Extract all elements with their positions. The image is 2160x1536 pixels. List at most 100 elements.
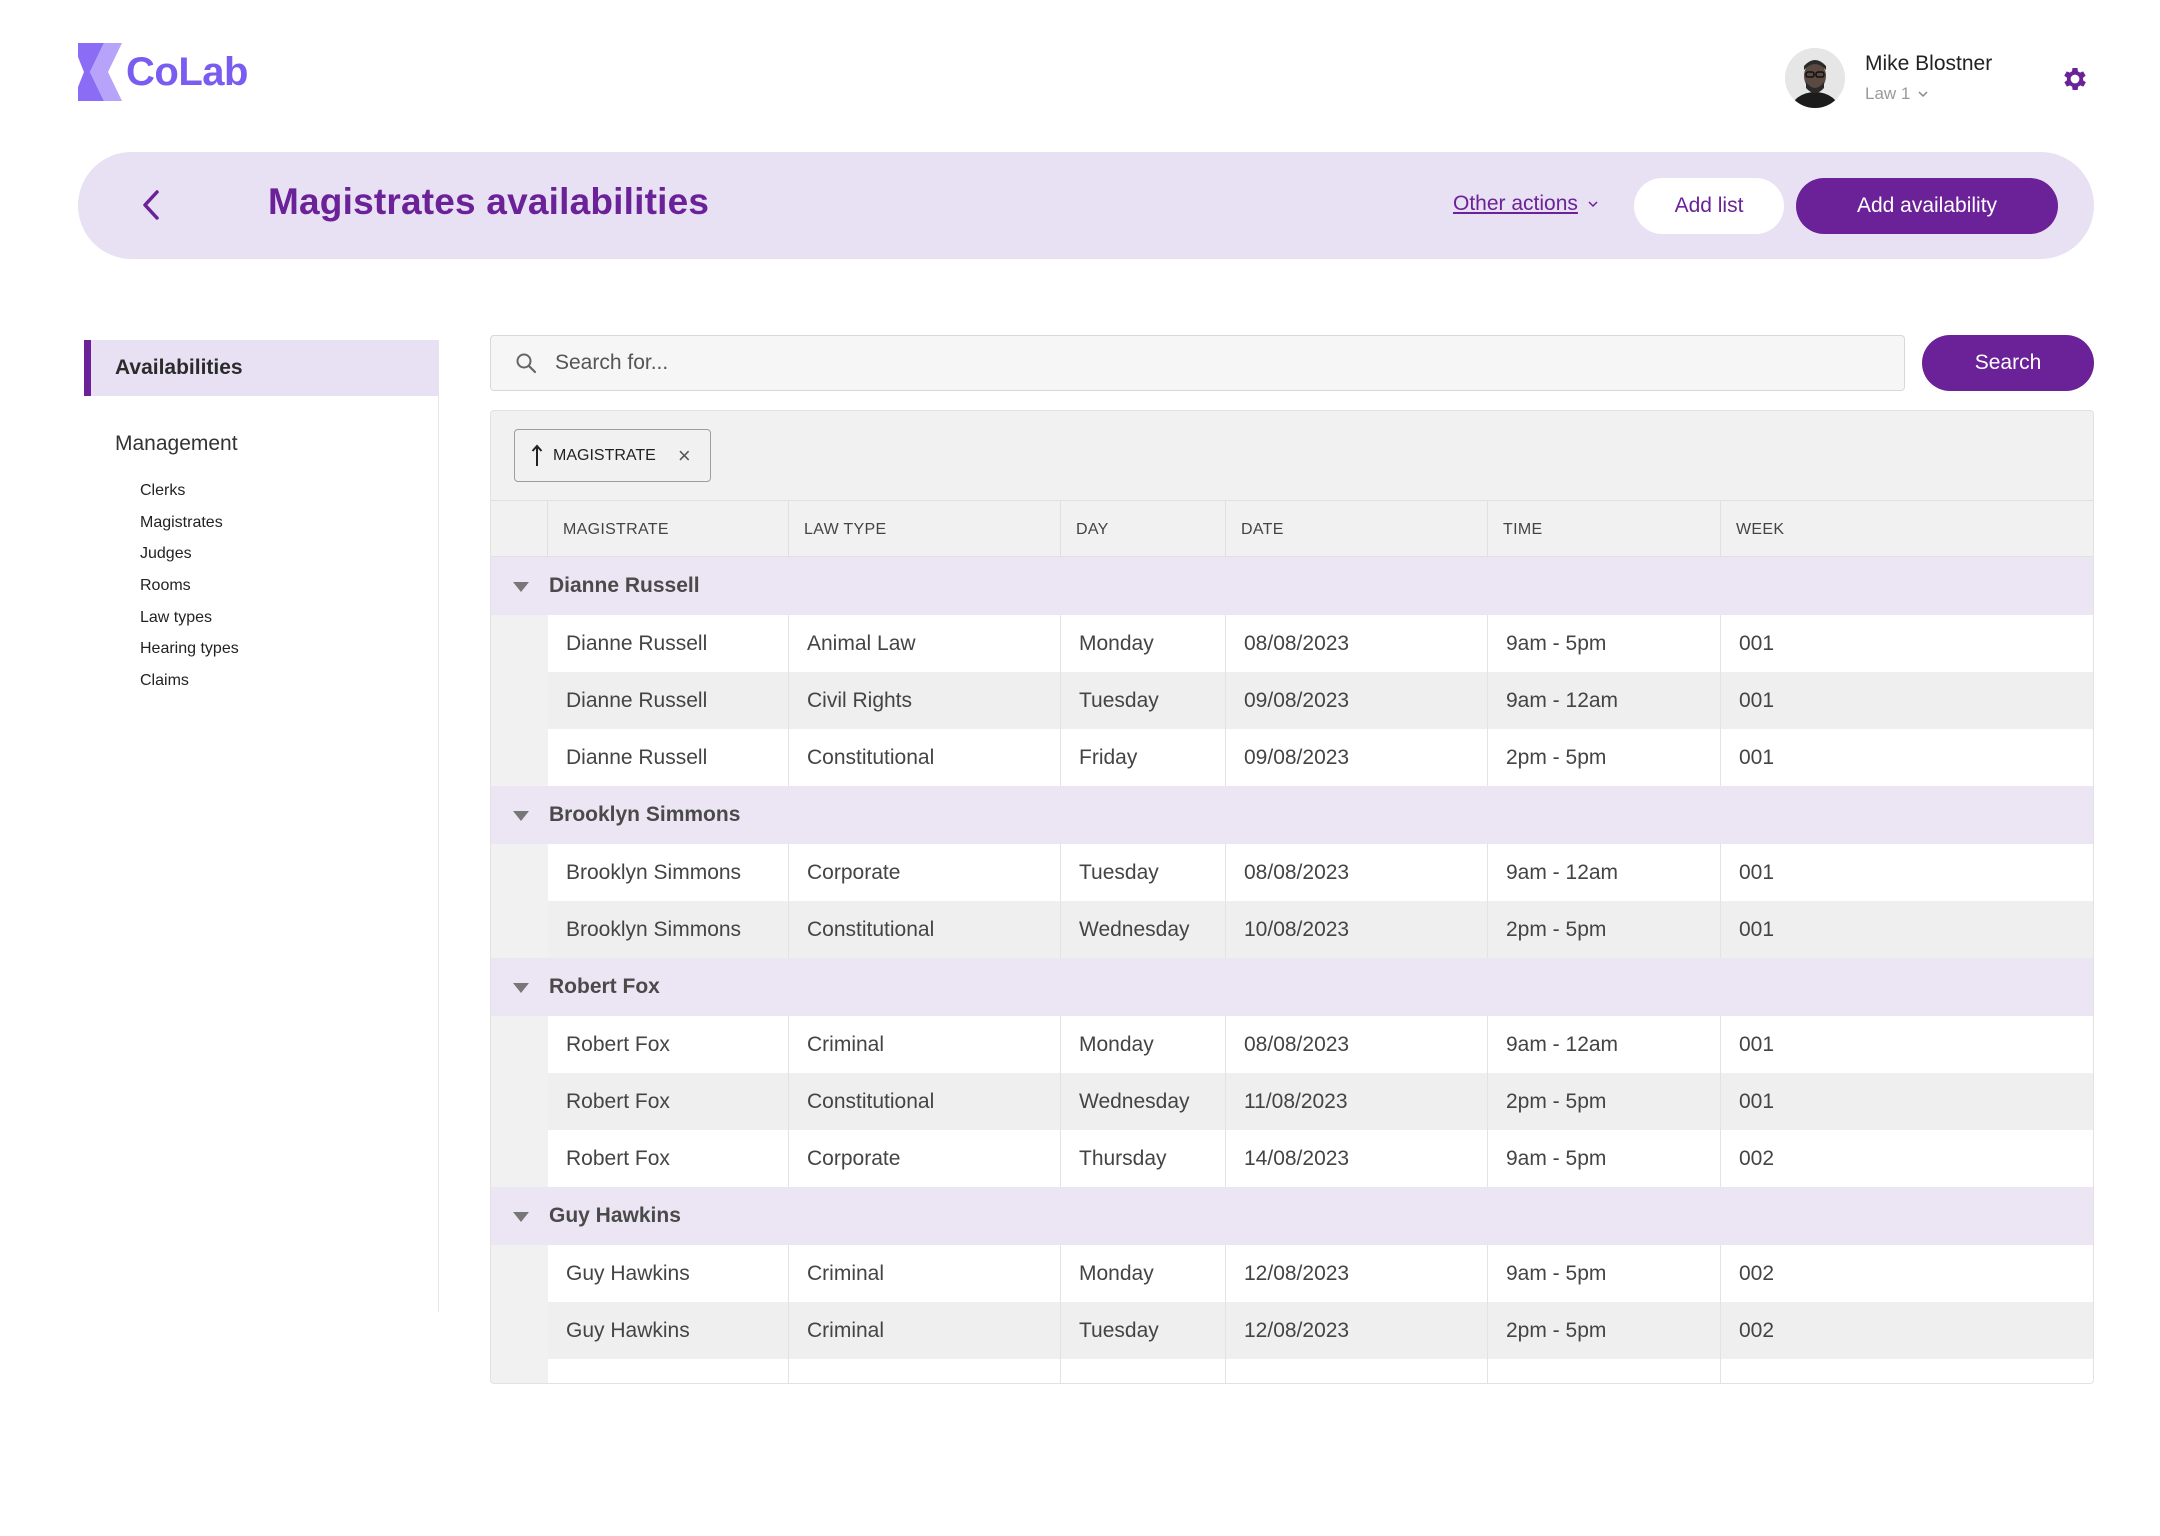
- cell-day: Wednesday: [1060, 901, 1225, 958]
- other-actions-dropdown[interactable]: Other actions: [1453, 192, 1598, 216]
- caret-down-icon[interactable]: [513, 1212, 529, 1222]
- column-header-day[interactable]: DAY: [1060, 501, 1225, 558]
- sidebar-item-availabilities[interactable]: Availabilities: [84, 340, 438, 396]
- cell-date: 10/08/2023: [1225, 901, 1487, 958]
- cell-day: Monday: [1060, 615, 1225, 672]
- table-row[interactable]: Guy Hawkins Criminal Tuesday 12/08/2023 2pm …: [548, 1302, 2093, 1359]
- table-row[interactable]: Dianne Russell Constitutional Friday 09/08/…: [548, 729, 2093, 786]
- chevron-down-icon: [1918, 90, 1928, 97]
- column-header-law-type[interactable]: LAW TYPE: [788, 501, 1060, 558]
- column-header-week[interactable]: WEEK: [1720, 501, 2093, 558]
- table-row[interactable]: [548, 1359, 2093, 1383]
- table-body: Dianne Russell Dianne Russell Animal Law Mo…: [491, 557, 2093, 1383]
- search-icon: [516, 353, 537, 374]
- cell-date: 09/08/2023: [1225, 672, 1487, 729]
- group-name: Guy Hawkins: [549, 1204, 681, 1227]
- user-org-select[interactable]: Law 1: [1865, 84, 1992, 104]
- search-button[interactable]: Search: [1922, 335, 2094, 391]
- cell-time: 2pm - 5pm: [1487, 729, 1720, 786]
- table-row[interactable]: Guy Hawkins Criminal Monday 12/08/2023 9am -…: [548, 1245, 2093, 1302]
- colab-logo[interactable]: CoLab: [78, 42, 248, 102]
- user-menu[interactable]: Mike Blostner Law 1: [1785, 48, 1992, 108]
- cell-week: 001: [1720, 1016, 2093, 1073]
- cell-time: 9am - 12am: [1487, 844, 1720, 901]
- group-row[interactable]: Robert Fox: [491, 958, 2093, 1016]
- caret-down-icon[interactable]: [513, 811, 529, 821]
- cell-date: 08/08/2023: [1225, 844, 1487, 901]
- cell-date: 12/08/2023: [1225, 1245, 1487, 1302]
- group-name: Robert Fox: [549, 975, 660, 998]
- avatar-image: [1785, 48, 1845, 108]
- back-button[interactable]: [128, 182, 174, 228]
- table-row[interactable]: Brooklyn Simmons Corporate Tuesday 08/08/20…: [548, 844, 2093, 901]
- cell-week: [1720, 1359, 2093, 1383]
- cell-day: Friday: [1060, 729, 1225, 786]
- caret-down-icon[interactable]: [513, 582, 529, 592]
- cell-date: [1225, 1359, 1487, 1383]
- table-row[interactable]: Dianne Russell Civil Rights Tuesday 09/08/2…: [548, 672, 2093, 729]
- cell-magistrate: Robert Fox: [566, 1089, 670, 1113]
- group-row[interactable]: Dianne Russell: [491, 557, 2093, 615]
- cell-week: 002: [1720, 1130, 2093, 1187]
- gear-icon[interactable]: [2060, 64, 2090, 94]
- cell-magistrate: Guy Hawkins: [566, 1318, 690, 1342]
- column-header-time[interactable]: TIME: [1487, 501, 1720, 558]
- cell-day: Wednesday: [1060, 1073, 1225, 1130]
- cell-day: Thursday: [1060, 1130, 1225, 1187]
- sidebar-item-judges[interactable]: Judges: [140, 543, 239, 575]
- group-row[interactable]: Guy Hawkins: [491, 1187, 2093, 1245]
- cell-law-type: Constitutional: [788, 729, 1060, 786]
- cell-magistrate: [548, 1359, 788, 1383]
- cell-date: 14/08/2023: [1225, 1130, 1487, 1187]
- cell-week: 001: [1720, 672, 2093, 729]
- cell-week: 001: [1720, 615, 2093, 672]
- cell-time: 9am - 5pm: [1487, 1245, 1720, 1302]
- sidebar-item-magistrates[interactable]: Magistrates: [140, 512, 239, 544]
- cell-law-type: Criminal: [788, 1016, 1060, 1073]
- cell-time: 2pm - 5pm: [1487, 1302, 1720, 1359]
- group-row[interactable]: Brooklyn Simmons: [491, 786, 2093, 844]
- sort-chip-magistrate[interactable]: MAGISTRATE ×: [514, 429, 711, 482]
- group-name: Dianne Russell: [549, 574, 700, 597]
- add-list-button[interactable]: Add list: [1634, 178, 1784, 234]
- cell-time: 9am - 5pm: [1487, 615, 1720, 672]
- cell-day: [1060, 1359, 1225, 1383]
- cell-day: Tuesday: [1060, 1302, 1225, 1359]
- avatar[interactable]: [1785, 48, 1845, 108]
- cell-time: 9am - 5pm: [1487, 1130, 1720, 1187]
- table-row[interactable]: Dianne Russell Animal Law Monday 08/08/2023…: [548, 615, 2093, 672]
- group-name: Brooklyn Simmons: [549, 803, 741, 826]
- cell-week: 001: [1720, 901, 2093, 958]
- add-availability-button[interactable]: Add availability: [1796, 178, 2058, 234]
- sidebar-item-law-types[interactable]: Law types: [140, 607, 239, 639]
- cell-law-type: Criminal: [788, 1245, 1060, 1302]
- cell-law-type: Constitutional: [788, 1073, 1060, 1130]
- sidebar-management-list: Clerks Magistrates Judges Rooms Law type…: [140, 480, 239, 702]
- page-title: Magistrates availabilities: [268, 181, 710, 222]
- cell-magistrate: Dianne Russell: [566, 688, 708, 712]
- table-row[interactable]: Brooklyn Simmons Constitutional Wednesday 1…: [548, 901, 2093, 958]
- table-row[interactable]: Robert Fox Corporate Thursday 14/08/2023 9am…: [548, 1130, 2093, 1187]
- sidebar-item-hearing-types[interactable]: Hearing types: [140, 638, 239, 670]
- table-row[interactable]: Robert Fox Criminal Monday 08/08/2023 9am - …: [548, 1016, 2093, 1073]
- cell-date: 09/08/2023: [1225, 729, 1487, 786]
- column-header-date[interactable]: DATE: [1225, 501, 1487, 558]
- search-input[interactable]: [555, 351, 1855, 375]
- caret-down-icon[interactable]: [513, 983, 529, 993]
- sidebar-divider: [438, 340, 439, 1312]
- colab-logo-icon: [78, 43, 122, 101]
- cell-magistrate: Dianne Russell: [566, 745, 708, 769]
- cell-magistrate: Guy Hawkins: [566, 1261, 690, 1285]
- sidebar-item-rooms[interactable]: Rooms: [140, 575, 239, 607]
- sidebar-item-claims[interactable]: Claims: [140, 670, 239, 702]
- column-header-magistrate[interactable]: MAGISTRATE: [547, 501, 788, 558]
- table-row[interactable]: Robert Fox Constitutional Wednesday 11/08/2…: [548, 1073, 2093, 1130]
- cell-law-type: Animal Law: [788, 615, 1060, 672]
- cell-law-type: Civil Rights: [788, 672, 1060, 729]
- cell-day: Monday: [1060, 1245, 1225, 1302]
- cell-magistrate: Robert Fox: [566, 1146, 670, 1170]
- cell-law-type: [788, 1359, 1060, 1383]
- cell-week: 002: [1720, 1245, 2093, 1302]
- close-icon[interactable]: ×: [678, 443, 691, 469]
- sidebar-item-clerks[interactable]: Clerks: [140, 480, 239, 512]
